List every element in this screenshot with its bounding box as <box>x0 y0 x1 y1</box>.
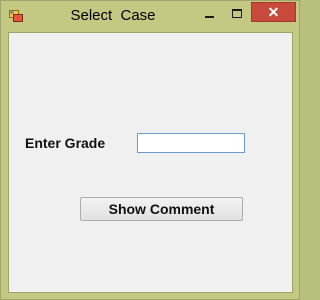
title-bar[interactable]: Select Case ✕ <box>1 1 299 31</box>
form-client-area: Enter Grade Show Comment <box>8 32 293 293</box>
maximize-icon <box>232 9 242 18</box>
grade-input[interactable] <box>137 133 245 153</box>
minimize-icon <box>205 16 214 18</box>
maximize-button[interactable] <box>223 3 251 25</box>
show-comment-button[interactable]: Show Comment <box>80 197 243 221</box>
minimize-button[interactable] <box>195 3 223 25</box>
window-title: Select Case <box>70 7 156 24</box>
app-window: Select Case ✕ Enter Grade Show Comment <box>0 0 300 300</box>
close-button[interactable]: ✕ <box>251 2 296 22</box>
close-icon: ✕ <box>267 4 280 20</box>
enter-grade-label: Enter Grade <box>25 135 106 151</box>
